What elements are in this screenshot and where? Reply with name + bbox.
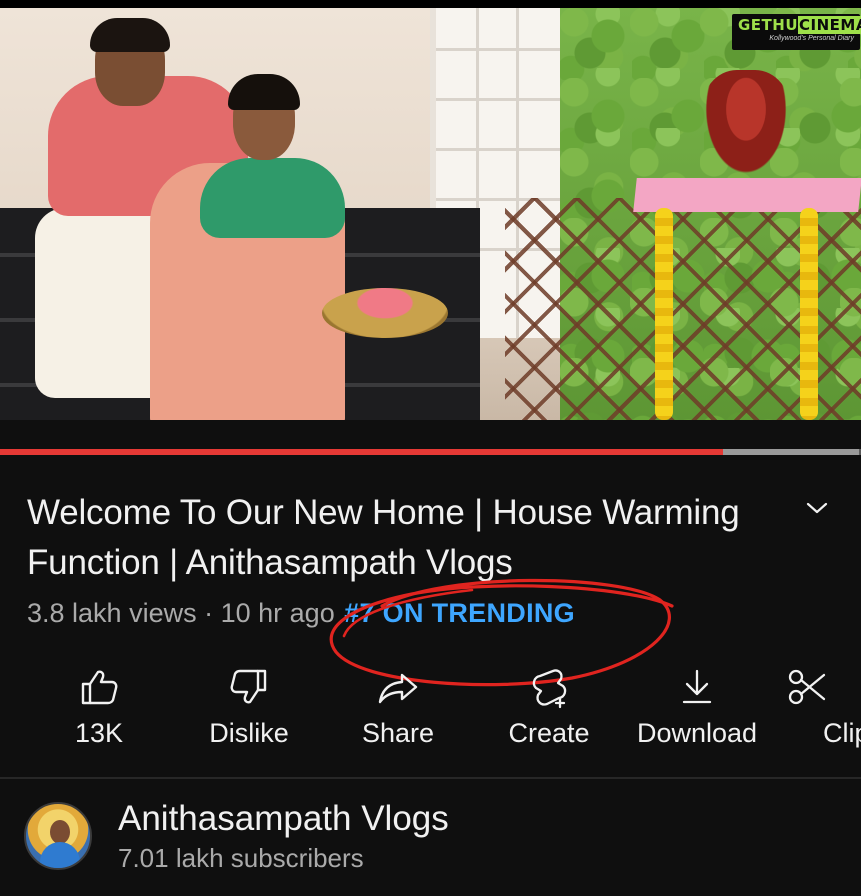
video-frame-pink-table [633, 178, 861, 212]
progress-played [0, 449, 723, 455]
clip-button[interactable]: Clip [776, 660, 861, 760]
video-frame-ganesha-idol [700, 70, 792, 182]
action-bar: 13K Dislike Share Create Download Cli [0, 660, 861, 760]
top-strip [0, 0, 861, 8]
dislike-label: Dislike [209, 718, 289, 748]
video-meta: 3.8 lakh views · 10 hr ago #7 ON TRENDIN… [27, 594, 575, 632]
chevron-down-icon[interactable] [800, 495, 834, 521]
share-arrow-icon [378, 673, 418, 704]
share-label: Share [361, 718, 435, 748]
video-title[interactable]: Welcome To Our New Home | House Warming … [27, 488, 757, 588]
thumbs-down-icon [230, 669, 267, 704]
upload-age: 10 hr ago [220, 598, 335, 628]
divider [0, 777, 861, 779]
share-button[interactable]: Share [323, 660, 473, 760]
thumbs-up-icon [81, 670, 118, 705]
channel-name[interactable]: Anithasampath Vlogs [118, 798, 449, 840]
download-button[interactable]: Download [622, 660, 772, 760]
create-shorts-icon [532, 669, 567, 709]
meta-separator: · [204, 598, 214, 628]
dislike-button[interactable]: Dislike [174, 660, 324, 760]
watermark-brand-part1: GETHU [738, 16, 799, 34]
video-frame-garland [800, 208, 818, 420]
channel-avatar[interactable] [24, 802, 92, 870]
video-frame-man-hair [90, 18, 170, 52]
progress-buffered [723, 449, 859, 455]
watermark-brand-part2: CINEMA [798, 16, 861, 34]
video-frame-woman-blouse [200, 158, 345, 238]
progress-bar[interactable] [0, 449, 861, 455]
download-label: Download [636, 718, 758, 748]
like-count: 13K [74, 718, 124, 748]
watermark-logo: GETHUCINEMA Kollywood's Personal Diary [732, 14, 861, 50]
video-frame-flower-bowl [322, 288, 448, 338]
scissors-icon [788, 669, 826, 705]
create-label: Create [508, 718, 590, 748]
subscriber-count: 7.01 lakh subscribers [118, 843, 364, 873]
view-count: 3.8 lakh views [27, 598, 197, 628]
create-button[interactable]: Create [474, 660, 624, 760]
video-frame-garland [655, 208, 673, 420]
channel-row[interactable]: Anithasampath Vlogs 7.01 lakh subscriber… [0, 780, 861, 896]
download-icon [682, 669, 712, 704]
video-player[interactable]: GETHUCINEMA Kollywood's Personal Diary [0, 8, 861, 420]
clip-label: Clip [823, 718, 861, 748]
trending-badge[interactable]: #7 ON TRENDING [344, 598, 575, 628]
watermark-tagline: Kollywood's Personal Diary [769, 35, 854, 42]
like-button[interactable]: 13K [24, 660, 174, 760]
